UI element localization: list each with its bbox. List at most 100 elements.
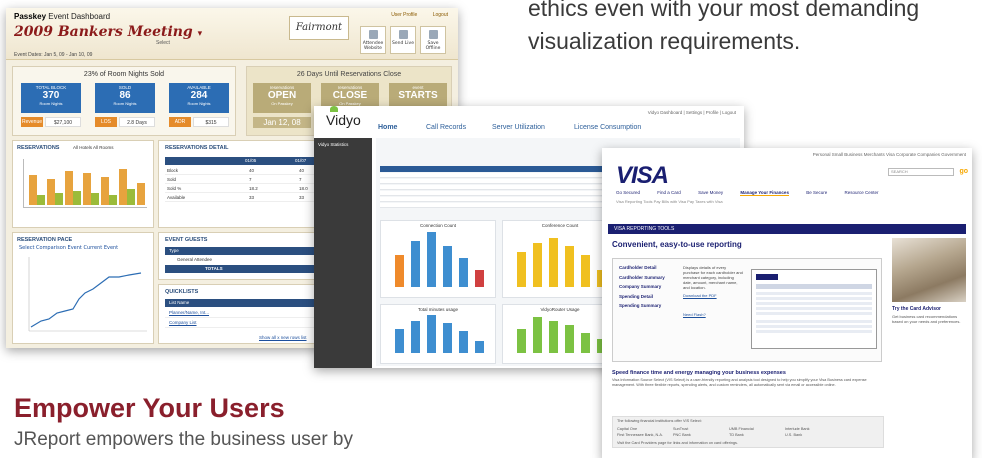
- vidyo-logo: Vidyo: [326, 106, 361, 128]
- chart-bar: [517, 252, 526, 287]
- los-label: LOS: [95, 117, 117, 127]
- reservations-open-box: reservations OPEN On Passkey: [253, 83, 311, 113]
- dashboard-header: Passkey Event Dashboard 2009 Bankers Mee…: [6, 8, 458, 60]
- logout-link[interactable]: Logout: [433, 12, 448, 18]
- vidyo-sidebar: Vidyo Statistics: [314, 138, 372, 368]
- user-profile-link[interactable]: User Profile: [391, 12, 417, 18]
- chart-bar: [443, 246, 452, 287]
- need-flash-link[interactable]: Need Flash?: [683, 312, 743, 317]
- kpi-sold: SOLD 86 Room Nights: [95, 83, 155, 113]
- tab-license-consumption[interactable]: License Consumption: [574, 124, 641, 131]
- total-minutes-chart: Total minutes usage: [380, 304, 496, 364]
- room-nights-title: 23% of Room Nights Sold: [83, 71, 165, 78]
- nav-item[interactable]: Go Secured: [616, 190, 640, 195]
- los-value: 2.8 Days: [119, 117, 155, 127]
- chart-bar: [411, 321, 420, 353]
- search-go-button[interactable]: go: [959, 168, 968, 175]
- reservation-bar: [37, 195, 45, 205]
- meeting-select-label[interactable]: Select: [156, 40, 170, 46]
- empower-title: Empower Your Users: [14, 393, 285, 423]
- pace-line-chart: [28, 257, 147, 332]
- chart-bar: [395, 329, 404, 353]
- chart-bar: [475, 270, 484, 287]
- event-guests-title: EVENT GUESTS: [165, 237, 208, 243]
- chart-bar: [427, 315, 436, 353]
- reservations-detail-title: RESERVATIONS DETAIL: [165, 145, 229, 151]
- y-axis: [23, 159, 24, 207]
- send-live-button[interactable]: Send Live: [390, 26, 416, 54]
- speed-body: Visa Information Source Select (VIS Sele…: [612, 378, 867, 387]
- revenue-value: $27,100: [45, 117, 81, 127]
- report-link[interactable]: Cardholder Summary: [619, 275, 665, 280]
- reservation-bar: [137, 183, 145, 205]
- pace-options[interactable]: Select Comparison Event Current Event: [19, 245, 118, 251]
- chart-bar: [565, 325, 574, 353]
- card-advisor-title[interactable]: Try the Card Advisor: [892, 306, 941, 312]
- reservation-bar: [127, 189, 135, 205]
- vidyo-header: Vidyo Vidyo Dashboard | Settings | Profi…: [314, 106, 744, 136]
- nav-item[interactable]: Save Money: [698, 190, 723, 195]
- download-pdf-link[interactable]: Download the PDF: [683, 293, 743, 298]
- chart-bar: [411, 241, 420, 287]
- report-link[interactable]: Spending Summary: [619, 303, 665, 308]
- hotel-logo: Fairmont: [289, 16, 349, 40]
- vidyo-top-links[interactable]: Vidyo Dashboard | Settings | Profile | L…: [648, 110, 736, 115]
- kpi-available: AVAILABLE 284 Room Nights: [169, 83, 229, 113]
- institutions-box: The following financial institutions off…: [612, 416, 884, 448]
- chart-bar: [459, 331, 468, 353]
- report-link[interactable]: Cardholder Detail: [619, 265, 665, 270]
- adr-value: $315: [193, 117, 229, 127]
- nav-item[interactable]: Be Secure: [806, 190, 827, 195]
- report-preview-image: [751, 269, 877, 349]
- header-links: User Profile Logout: [377, 12, 448, 18]
- reservation-bar: [73, 191, 81, 205]
- report-link[interactable]: Company Summary: [619, 284, 665, 289]
- quicklists-title: QUICKLISTS: [165, 289, 199, 295]
- reservation-pace-panel: RESERVATION PACE Select Comparison Event…: [12, 232, 154, 344]
- chart-bar: [517, 329, 526, 353]
- revenue-label: Revenue: [21, 117, 43, 127]
- tab-home[interactable]: Home: [378, 124, 397, 131]
- reservation-pace-title: RESERVATION PACE: [17, 237, 73, 243]
- empower-body: JReport empowers the business user by: [14, 429, 353, 450]
- chart-bar: [427, 232, 436, 287]
- save-offline-button[interactable]: Save Offline: [420, 26, 446, 54]
- page-title: Convenient, easy-to-use reporting: [612, 240, 742, 249]
- reservation-bar: [91, 193, 99, 205]
- dashboard-brand: Passkey Event Dashboard: [14, 12, 111, 21]
- reservation-bar: [47, 179, 55, 205]
- card-advisor-desc: Get business card recommendations based …: [892, 314, 961, 324]
- report-link[interactable]: Spending Detail: [619, 294, 665, 299]
- attendee-website-button[interactable]: Attendee Website: [360, 26, 386, 54]
- show-all-link[interactable]: Show all x new rows list: [259, 335, 307, 340]
- report-description: Displays details of every purchase for e…: [683, 265, 743, 317]
- conference-count-chart: Conference Count: [502, 220, 618, 298]
- reservations-filter[interactable]: All Hotels All Rooms: [73, 145, 114, 150]
- visa-logo[interactable]: VISA: [616, 162, 669, 190]
- visa-sub-nav[interactable]: Visa Reporting Tools Pay Bills with Visa…: [616, 199, 723, 204]
- vidyorouter-usage-chart: VidyoRouter Usage: [502, 304, 618, 364]
- visa-main-nav: Go Secured Find a Card Save Money Manage…: [616, 190, 895, 196]
- reservation-bar: [101, 177, 109, 205]
- chart-bar: [395, 255, 404, 287]
- meeting-title[interactable]: 2009 Bankers Meeting ▾: [14, 24, 202, 40]
- tab-server-utilization[interactable]: Server Utilization: [492, 124, 545, 131]
- nav-item-active[interactable]: Manage Your Finances: [740, 190, 789, 196]
- reservation-bar: [109, 195, 117, 205]
- sidebar-item-statistics[interactable]: Vidyo Statistics: [318, 142, 348, 147]
- speed-title: Speed finance time and energy managing y…: [612, 370, 786, 376]
- quicklist-link[interactable]: Company List: [169, 320, 197, 325]
- adr-label: ADR: [169, 117, 191, 127]
- tab-call-records[interactable]: Call Records: [426, 124, 466, 131]
- chart-bar: [459, 258, 468, 287]
- quicklist-link[interactable]: Planner/Name, Int...: [169, 310, 209, 315]
- nav-item[interactable]: Find a Card: [657, 190, 681, 195]
- reservation-bar: [83, 173, 91, 205]
- section-band: VISA REPORTING TOOLS: [608, 224, 966, 234]
- visa-reporting-screenshot: VISA Personal Small Business Merchants V…: [602, 148, 972, 458]
- search-input[interactable]: SEARCH: [888, 168, 954, 176]
- visa-top-links[interactable]: Personal Small Business Merchants Visa C…: [813, 152, 966, 157]
- nav-item[interactable]: Resource Center: [845, 190, 879, 195]
- days-until-close-title: 26 Days Until Reservations Close: [296, 71, 402, 78]
- hero-line-1: ethics even with your most demanding: [528, 0, 920, 21]
